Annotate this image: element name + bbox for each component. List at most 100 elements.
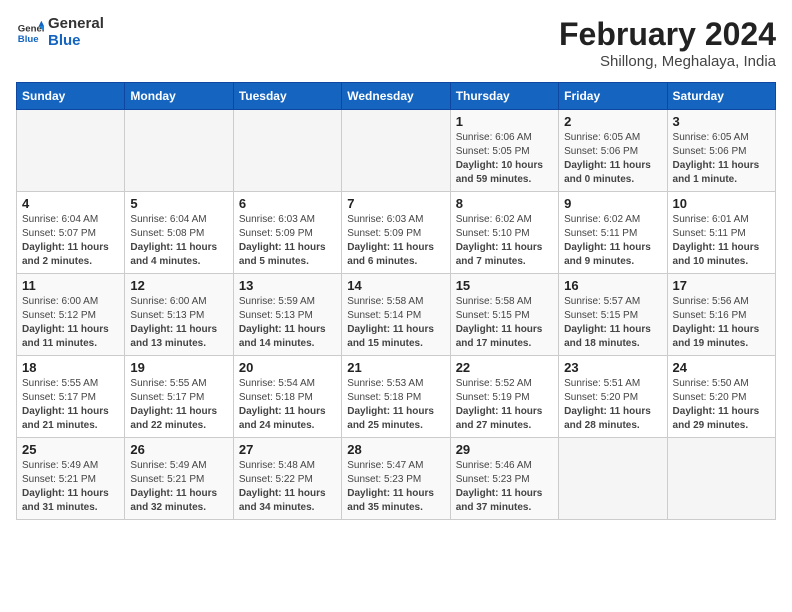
- day-info: Sunrise: 6:03 AMSunset: 5:09 PMDaylight:…: [347, 213, 444, 269]
- day-info: Sunrise: 6:03 AMSunset: 5:09 PMDaylight:…: [239, 213, 336, 269]
- week-row-4: 18Sunrise: 5:55 AMSunset: 5:17 PMDayligh…: [17, 356, 776, 438]
- day-number: 23: [564, 360, 661, 375]
- day-info: Sunrise: 5:58 AMSunset: 5:14 PMDaylight:…: [347, 295, 444, 351]
- calendar-cell: 22Sunrise: 5:52 AMSunset: 5:19 PMDayligh…: [450, 356, 558, 438]
- day-number: 26: [130, 442, 227, 457]
- week-row-3: 11Sunrise: 6:00 AMSunset: 5:12 PMDayligh…: [17, 274, 776, 356]
- col-header-tuesday: Tuesday: [233, 83, 341, 110]
- calendar-cell: 19 Sunrise: 5:55 AMSunset: 5:17 PMDayligh…: [125, 356, 233, 438]
- daylight-hours: Daylight: 11 hours and 18 minutes.: [564, 324, 651, 349]
- day-info: Sunrise: 5:47 AMSunset: 5:23 PMDaylight:…: [347, 459, 444, 515]
- daylight-hours: Daylight: 11 hours and 25 minutes.: [347, 406, 434, 431]
- day-info: Sunrise: 5:59 AMSunset: 5:13 PMDaylight:…: [239, 295, 336, 351]
- daylight-hours: Daylight: 10 hours and 59 minutes.: [456, 160, 543, 185]
- week-row-1: 1Sunrise: 6:06 AMSunset: 5:05 PMDaylight…: [17, 110, 776, 192]
- day-info: Sunrise: 6:05 AMSunset: 5:06 PMDaylight:…: [564, 131, 661, 187]
- daylight-hours: Daylight: 11 hours and 1 minute.: [673, 160, 760, 185]
- day-number: 25: [22, 442, 119, 457]
- calendar-cell: [559, 438, 667, 520]
- day-info: Sunrise: 5:49 AMSunset: 5:21 PMDaylight:…: [130, 459, 227, 515]
- daylight-hours: Daylight: 11 hours and 0 minutes.: [564, 160, 651, 185]
- daylight-hours: Daylight: 11 hours and 7 minutes.: [456, 242, 543, 267]
- day-info: Sunrise: 5:49 AMSunset: 5:21 PMDaylight:…: [22, 459, 119, 515]
- daylight-hours: Daylight: 11 hours and 22 minutes.: [130, 406, 217, 431]
- calendar-cell: 14Sunrise: 5:58 AMSunset: 5:14 PMDayligh…: [342, 274, 450, 356]
- calendar-cell: 13 Sunrise: 5:59 AMSunset: 5:13 PMDayligh…: [233, 274, 341, 356]
- calendar-cell: 4Sunrise: 6:04 AMSunset: 5:07 PMDaylight…: [17, 192, 125, 274]
- day-number: 13: [239, 278, 336, 293]
- logo-icon: General Blue: [16, 19, 44, 47]
- calendar-cell: [342, 110, 450, 192]
- day-number: 8: [456, 196, 553, 211]
- day-info: Sunrise: 5:55 AMSunset: 5:17 PMDaylight:…: [130, 377, 227, 433]
- daylight-hours: Daylight: 11 hours and 4 minutes.: [130, 242, 217, 267]
- day-info: Sunrise: 6:01 AMSunset: 5:11 PMDaylight:…: [673, 213, 770, 269]
- logo-text-general: General: [48, 16, 104, 33]
- day-info: Sunrise: 5:50 AMSunset: 5:20 PMDaylight:…: [673, 377, 770, 433]
- day-info: Sunrise: 5:46 AMSunset: 5:23 PMDaylight:…: [456, 459, 553, 515]
- daylight-hours: Daylight: 11 hours and 29 minutes.: [673, 406, 760, 431]
- daylight-hours: Daylight: 11 hours and 10 minutes.: [673, 242, 760, 267]
- daylight-hours: Daylight: 11 hours and 6 minutes.: [347, 242, 434, 267]
- day-number: 20: [239, 360, 336, 375]
- day-number: 29: [456, 442, 553, 457]
- daylight-hours: Daylight: 11 hours and 27 minutes.: [456, 406, 543, 431]
- calendar-cell: 6Sunrise: 6:03 AMSunset: 5:09 PMDaylight…: [233, 192, 341, 274]
- col-header-wednesday: Wednesday: [342, 83, 450, 110]
- col-header-saturday: Saturday: [667, 83, 775, 110]
- calendar-cell: [17, 110, 125, 192]
- calendar-cell: 26 Sunrise: 5:49 AMSunset: 5:21 PMDayligh…: [125, 438, 233, 520]
- calendar-cell: 7 Sunrise: 6:03 AMSunset: 5:09 PMDaylight…: [342, 192, 450, 274]
- calendar-cell: 25 Sunrise: 5:49 AMSunset: 5:21 PMDayligh…: [17, 438, 125, 520]
- day-info: Sunrise: 5:57 AMSunset: 5:15 PMDaylight:…: [564, 295, 661, 351]
- day-number: 10: [673, 196, 770, 211]
- daylight-hours: Daylight: 11 hours and 28 minutes.: [564, 406, 651, 431]
- daylight-hours: Daylight: 11 hours and 11 minutes.: [22, 324, 109, 349]
- day-number: 16: [564, 278, 661, 293]
- calendar-cell: 5Sunrise: 6:04 AMSunset: 5:08 PMDaylight…: [125, 192, 233, 274]
- col-header-thursday: Thursday: [450, 83, 558, 110]
- day-number: 7: [347, 196, 444, 211]
- calendar-cell: 28 Sunrise: 5:47 AMSunset: 5:23 PMDayligh…: [342, 438, 450, 520]
- calendar-cell: 18Sunrise: 5:55 AMSunset: 5:17 PMDayligh…: [17, 356, 125, 438]
- day-info: Sunrise: 6:02 AMSunset: 5:10 PMDaylight:…: [456, 213, 553, 269]
- daylight-hours: Daylight: 11 hours and 13 minutes.: [130, 324, 217, 349]
- daylight-hours: Daylight: 11 hours and 34 minutes.: [239, 488, 326, 513]
- day-info: Sunrise: 5:52 AMSunset: 5:19 PMDaylight:…: [456, 377, 553, 433]
- day-info: Sunrise: 6:05 AMSunset: 5:06 PMDaylight:…: [673, 131, 770, 187]
- svg-text:Blue: Blue: [18, 33, 39, 44]
- header: General Blue General Blue February 2024 …: [16, 16, 776, 70]
- day-number: 19: [130, 360, 227, 375]
- day-number: 11: [22, 278, 119, 293]
- calendar-cell: 23Sunrise: 5:51 AMSunset: 5:20 PMDayligh…: [559, 356, 667, 438]
- col-header-monday: Monday: [125, 83, 233, 110]
- day-info: Sunrise: 5:56 AMSunset: 5:16 PMDaylight:…: [673, 295, 770, 351]
- daylight-hours: Daylight: 11 hours and 21 minutes.: [22, 406, 109, 431]
- main-title: February 2024: [559, 16, 776, 53]
- daylight-hours: Daylight: 11 hours and 17 minutes.: [456, 324, 543, 349]
- calendar-cell: 24Sunrise: 5:50 AMSunset: 5:20 PMDayligh…: [667, 356, 775, 438]
- calendar-cell: 11Sunrise: 6:00 AMSunset: 5:12 PMDayligh…: [17, 274, 125, 356]
- daylight-hours: Daylight: 11 hours and 24 minutes.: [239, 406, 326, 431]
- day-number: 15: [456, 278, 553, 293]
- daylight-hours: Daylight: 11 hours and 2 minutes.: [22, 242, 109, 267]
- calendar-cell: 17Sunrise: 5:56 AMSunset: 5:16 PMDayligh…: [667, 274, 775, 356]
- day-number: 12: [130, 278, 227, 293]
- week-row-2: 4Sunrise: 6:04 AMSunset: 5:07 PMDaylight…: [17, 192, 776, 274]
- daylight-hours: Daylight: 11 hours and 35 minutes.: [347, 488, 434, 513]
- day-number: 28: [347, 442, 444, 457]
- calendar-cell: 27Sunrise: 5:48 AMSunset: 5:22 PMDayligh…: [233, 438, 341, 520]
- calendar-cell: 8 Sunrise: 6:02 AMSunset: 5:10 PMDaylight…: [450, 192, 558, 274]
- day-info: Sunrise: 6:06 AMSunset: 5:05 PMDaylight:…: [456, 131, 553, 187]
- logo-text-blue: Blue: [48, 33, 104, 50]
- calendar-cell: 12Sunrise: 6:00 AMSunset: 5:13 PMDayligh…: [125, 274, 233, 356]
- day-info: Sunrise: 6:02 AMSunset: 5:11 PMDaylight:…: [564, 213, 661, 269]
- day-info: Sunrise: 5:54 AMSunset: 5:18 PMDaylight:…: [239, 377, 336, 433]
- day-number: 9: [564, 196, 661, 211]
- col-header-friday: Friday: [559, 83, 667, 110]
- calendar-cell: 10 Sunrise: 6:01 AMSunset: 5:11 PMDayligh…: [667, 192, 775, 274]
- daylight-hours: Daylight: 11 hours and 19 minutes.: [673, 324, 760, 349]
- calendar-cell: 9 Sunrise: 6:02 AMSunset: 5:11 PMDaylight…: [559, 192, 667, 274]
- calendar-cell: 2Sunrise: 6:05 AMSunset: 5:06 PMDaylight…: [559, 110, 667, 192]
- calendar-cell: 21Sunrise: 5:53 AMSunset: 5:18 PMDayligh…: [342, 356, 450, 438]
